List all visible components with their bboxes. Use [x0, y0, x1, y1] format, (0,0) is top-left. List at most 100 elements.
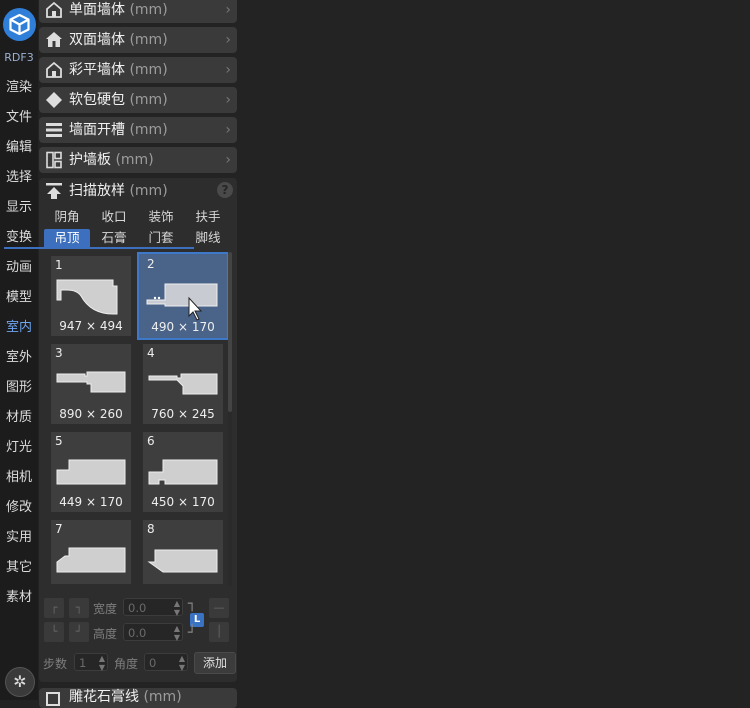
- angle-value: 0: [149, 656, 157, 670]
- profile-thumb-4[interactable]: 4 760 × 245: [143, 344, 223, 424]
- section-title: 墙面开槽: [69, 122, 125, 138]
- sidebar-item-utility[interactable]: 实用: [0, 526, 38, 550]
- profile-dimensions: 760 × 245: [151, 407, 215, 421]
- sidebar-item-other[interactable]: 其它: [0, 556, 38, 580]
- tab-inner-corner[interactable]: 阴角: [44, 208, 90, 226]
- sidebar-item-material[interactable]: 材质: [0, 406, 38, 430]
- corner-top-left-button[interactable]: ┌: [44, 598, 64, 618]
- section-soft-hard-pack[interactable]: 软包硬包 (mm) ›: [39, 87, 237, 113]
- spinner-icon[interactable]: ▲ ▼: [179, 654, 185, 672]
- chevron-right-icon: ›: [225, 62, 231, 78]
- sidebar-item-modify[interactable]: 修改: [0, 496, 38, 520]
- profiles-scrollbar-thumb[interactable]: [228, 252, 232, 412]
- house-filled-icon: [46, 32, 62, 47]
- sidebar-item-animation[interactable]: 动画: [0, 256, 38, 280]
- app-logo[interactable]: [3, 8, 36, 41]
- section-unit: (mm): [129, 92, 168, 108]
- profile-thumb-3[interactable]: 3 890 × 260: [51, 344, 131, 424]
- section-carved-plaster-line[interactable]: 雕花石膏线 (mm): [39, 688, 237, 708]
- house-outline-icon: [46, 61, 62, 78]
- add-button[interactable]: 添加: [194, 652, 236, 674]
- steps-label: 步数: [43, 657, 68, 671]
- vertical-align-button[interactable]: │: [209, 622, 229, 642]
- diamond-icon: [46, 92, 62, 108]
- sidebar-item-camera[interactable]: 相机: [0, 466, 38, 490]
- spinner-icon[interactable]: ▲ ▼: [99, 654, 105, 672]
- tab-edge-trim[interactable]: 收口: [91, 208, 137, 226]
- profile-number: 1: [55, 258, 63, 272]
- profile-thumb-5[interactable]: 5 449 × 170: [51, 432, 131, 512]
- section-wainscot[interactable]: 护墙板 (mm) ›: [39, 147, 237, 173]
- tab-decoration[interactable]: 装饰: [138, 208, 184, 226]
- cube-logo-icon: [9, 14, 30, 35]
- corner-bottom-right-button[interactable]: ┘: [69, 622, 89, 642]
- link-bracket-bottom: ┘: [188, 625, 197, 641]
- profile-thumb-1[interactable]: 1 947 × 494: [51, 256, 131, 336]
- sidebar-item-display[interactable]: 显示: [0, 196, 38, 220]
- sidebar-item-shapes[interactable]: 图形: [0, 376, 38, 400]
- angle-input[interactable]: 0 ▲ ▼: [144, 653, 188, 672]
- version-label: RDF3: [4, 51, 34, 64]
- width-label: 宽度: [93, 602, 118, 616]
- section-title: 护墙板: [69, 152, 111, 168]
- settings-button[interactable]: ✲: [5, 667, 35, 697]
- bars-icon: [46, 123, 62, 137]
- spinner-icon[interactable]: ▲ ▼: [174, 624, 180, 642]
- sidebar-item-assets[interactable]: 素材: [0, 586, 38, 610]
- tab-handrail[interactable]: 扶手: [185, 208, 231, 226]
- profile-thumb-6[interactable]: 6 450 × 170: [143, 432, 223, 512]
- molding-icon: [46, 692, 60, 706]
- section-color-plan-wall[interactable]: 彩平墙体 (mm) ›: [39, 57, 237, 83]
- tab-baseboard[interactable]: 脚线: [185, 229, 231, 247]
- profile-number: 6: [147, 434, 155, 448]
- help-icon[interactable]: ?: [217, 182, 233, 198]
- sidebar-item-edit[interactable]: 编辑: [0, 136, 38, 160]
- tab-ceiling[interactable]: 吊顶: [44, 229, 90, 247]
- sidebar-item-exterior[interactable]: 室外: [0, 346, 38, 370]
- profile-number: 5: [55, 434, 63, 448]
- height-input[interactable]: 0.0 ▲ ▼: [123, 623, 183, 642]
- profile-dimensions: 890 × 260: [59, 407, 123, 421]
- profile-number: 4: [147, 346, 155, 360]
- profile-number: 7: [55, 522, 63, 536]
- profile-dimensions: 947 × 494: [59, 319, 123, 333]
- link-bracket-top: ┐: [188, 596, 197, 612]
- corner-bottom-left-button[interactable]: └: [44, 622, 64, 642]
- profile-dimensions: 490 × 170: [151, 320, 215, 334]
- spinner-icon[interactable]: ▲ ▼: [174, 599, 180, 617]
- section-title: 雕花石膏线: [69, 689, 139, 705]
- width-input[interactable]: 0.0 ▲ ▼: [123, 598, 183, 617]
- section-double-wall[interactable]: 双面墙体 (mm) ›: [39, 27, 237, 53]
- sidebar-item-render[interactable]: 渲染: [0, 76, 38, 100]
- steps-input[interactable]: 1 ▲ ▼: [74, 653, 108, 672]
- sidebar-item-lighting[interactable]: 灯光: [0, 436, 38, 460]
- sidebar-item-interior[interactable]: 室内: [0, 316, 38, 340]
- section-title: 双面墙体: [69, 32, 125, 48]
- chevron-right-icon: ›: [225, 2, 231, 18]
- profile-thumb-8[interactable]: 8: [143, 520, 223, 584]
- width-value: 0.0: [128, 601, 147, 615]
- sweep-title: 扫描放样: [69, 183, 125, 199]
- profile-number: 8: [147, 522, 155, 536]
- tab-door-casing[interactable]: 门套: [138, 229, 184, 247]
- gear-icon: ✲: [13, 672, 27, 691]
- tab-plaster[interactable]: 石膏: [91, 229, 137, 247]
- sweep-loft-header[interactable]: 扫描放样 (mm) ?: [39, 178, 237, 204]
- sidebar-item-select[interactable]: 选择: [0, 166, 38, 190]
- height-value: 0.0: [128, 626, 147, 640]
- profile-thumb-7[interactable]: 7: [51, 520, 131, 584]
- sidebar-item-file[interactable]: 文件: [0, 106, 38, 130]
- section-unit: (mm): [129, 62, 168, 78]
- sweep-icon: [46, 183, 62, 199]
- section-wall-groove[interactable]: 墙面开槽 (mm) ›: [39, 117, 237, 143]
- angle-label: 角度: [114, 657, 139, 671]
- corner-top-right-button[interactable]: ┐: [69, 598, 89, 618]
- section-single-wall[interactable]: 单面墙体 (mm) ›: [39, 0, 237, 23]
- chevron-right-icon: ›: [225, 122, 231, 138]
- house-outline-icon: [46, 1, 62, 18]
- sidebar-item-model[interactable]: 模型: [0, 286, 38, 310]
- chevron-right-icon: ›: [225, 32, 231, 48]
- horizontal-align-button[interactable]: —: [209, 598, 229, 618]
- section-unit: (mm): [129, 2, 168, 18]
- profile-thumb-2[interactable]: 2 490 × 170: [137, 252, 229, 340]
